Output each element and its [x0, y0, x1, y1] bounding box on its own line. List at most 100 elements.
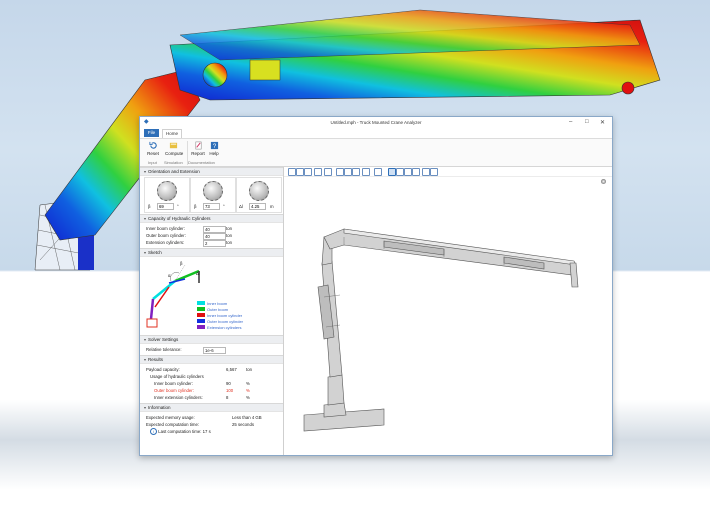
extension-capacity-input[interactable]: 2: [203, 240, 226, 247]
section-title: Sketch: [148, 250, 162, 255]
window-title: Untitled.mph - Truck Mounted Crane Analy…: [330, 120, 422, 125]
knob-symbol: Δl: [239, 204, 243, 209]
minimize-button[interactable]: –: [569, 119, 572, 125]
reset-button[interactable]: Reset: [145, 141, 161, 159]
axis-orientation-icon[interactable]: [324, 168, 332, 176]
print-icon[interactable]: [422, 168, 430, 176]
maximize-button[interactable]: □: [585, 119, 589, 125]
capacity-row: Inner boom cylinder: 40 ton: [146, 225, 283, 233]
knob-unit: °: [223, 204, 225, 209]
row-value: 90: [226, 381, 231, 386]
wireframe-icon[interactable]: [388, 168, 396, 176]
row-label: Outer boom cylinder:: [154, 388, 194, 393]
information-section-header[interactable]: ▾ Information: [140, 403, 283, 412]
row-unit: ton: [226, 226, 232, 231]
legend-extension-cylinders: Extension cylinders: [207, 325, 242, 330]
section-title: Information: [148, 405, 171, 410]
zoom-in-icon[interactable]: [288, 168, 296, 176]
knob-unit: m: [270, 204, 274, 209]
collapse-icon: ▾: [144, 405, 147, 410]
solver-section-header[interactable]: ▾ Solver Settings: [140, 335, 283, 344]
legend-swatch: [197, 301, 205, 305]
capacity-section-header[interactable]: ▾ Capacity of Hydraulic Cylinders: [140, 214, 283, 223]
zoom-box-icon[interactable]: [304, 168, 312, 176]
sketch-dl-label: Δl: [196, 271, 200, 276]
row-label: Inner boom cylinder:: [146, 226, 185, 231]
transparency-icon[interactable]: [396, 168, 404, 176]
collapse-icon: ▾: [144, 337, 147, 342]
section-title: Orientation and Extension: [148, 169, 200, 174]
row-unit: %: [246, 388, 250, 393]
legend-inner-boom-cylinder: Inner boom cylinder: [207, 313, 243, 318]
view-yz-icon[interactable]: [344, 168, 352, 176]
settings-panel: ▾ Orientation and Extension β 69 ° β 73 °…: [140, 167, 284, 455]
payload-value: 6,567: [226, 367, 237, 372]
legend-outer-boom-cylinder: Outer boom cylinder: [207, 319, 244, 324]
zoom-out-icon[interactable]: [296, 168, 304, 176]
rotary-knob[interactable]: [157, 181, 177, 201]
extension-knob-cell: Δl 4.25 m: [236, 177, 282, 213]
camera-icon[interactable]: [362, 168, 370, 176]
rotary-knob[interactable]: [249, 181, 269, 201]
angle-beta1-knob-cell: β 69 °: [144, 177, 190, 213]
collapse-icon: ▾: [144, 250, 147, 255]
report-button[interactable]: Report: [190, 141, 206, 159]
legend-inner-boom: Inner boom: [207, 301, 228, 306]
ribbon: Reset Compute Report ? Help Input Simula…: [140, 139, 612, 167]
close-button[interactable]: ✕: [600, 119, 605, 126]
sketch-area: β α Δl Inner boom Outer boom Inner boom …: [140, 257, 283, 335]
angle-beta1-input[interactable]: 69: [157, 203, 174, 210]
row-unit: ton: [226, 233, 232, 238]
info-row: Expected computation time: 25 seconds: [146, 421, 283, 428]
sketch-section-header[interactable]: ▾ Sketch: [140, 248, 283, 257]
scene-light-icon[interactable]: [404, 168, 412, 176]
view-xy-icon[interactable]: [336, 168, 344, 176]
view-zx-icon[interactable]: [352, 168, 360, 176]
collapse-icon: ▾: [144, 169, 147, 174]
row-value: 25 seconds: [232, 422, 254, 427]
row-label: Relative tolerance:: [146, 347, 182, 352]
image-snapshot-icon[interactable]: [430, 168, 438, 176]
tab-file[interactable]: File: [144, 129, 159, 137]
title-bar: ◆ Untitled.mph - Truck Mounted Crane Ana…: [140, 117, 612, 129]
payload-row: Payload capacity: 6,567 ton: [146, 366, 283, 373]
graphics-viewport[interactable]: [284, 167, 612, 455]
compute-label: Compute: [165, 151, 184, 156]
row-unit: %: [246, 381, 250, 386]
row-unit: ton: [246, 367, 252, 372]
extension-input[interactable]: 4.25: [249, 203, 266, 210]
zoom-extents-icon[interactable]: [314, 168, 322, 176]
help-button[interactable]: ? Help: [206, 141, 222, 159]
report-label: Report: [191, 151, 205, 156]
graphics-toolbar: [284, 167, 612, 177]
row-label: Inner boom cylinder:: [154, 381, 193, 386]
capacity-rows: Inner boom cylinder: 40 ton Outer boom cyl…: [140, 223, 283, 248]
row-value: 100: [226, 388, 234, 393]
grid-icon[interactable]: [412, 168, 420, 176]
last-computation-text: Last computation time: 17 s: [158, 429, 211, 434]
legend-outer-boom: Outer boom: [207, 307, 229, 312]
row-value: 8: [226, 395, 229, 400]
rotary-knob[interactable]: [203, 181, 223, 201]
sketch-alpha-label: α: [168, 273, 171, 278]
angle-beta2-input[interactable]: 73: [203, 203, 220, 210]
row-label: Inner extension cylinders:: [154, 395, 203, 400]
legend-swatch: [197, 313, 205, 317]
legend-swatch: [197, 325, 205, 329]
tab-home[interactable]: Home: [162, 129, 182, 138]
row-label: Expected memory usage:: [146, 415, 195, 420]
row-unit: ton: [226, 240, 232, 245]
legend-swatch: [197, 319, 205, 323]
reset-view-icon[interactable]: [374, 168, 382, 176]
compute-button[interactable]: Compute: [165, 141, 184, 159]
info-row: Expected memory usage: Less than 4 GB: [146, 414, 283, 421]
relative-tolerance-input[interactable]: 1e-6: [203, 347, 226, 354]
orientation-knobs: β 69 ° β 73 ° Δl 4.25 m: [140, 176, 283, 214]
row-label: Outer boom cylinder:: [146, 233, 186, 238]
orientation-section-header[interactable]: ▾ Orientation and Extension: [140, 167, 283, 176]
last-computation-row: i Last computation time: 17 s: [146, 428, 283, 436]
section-title: Results: [148, 357, 164, 362]
angle-beta2-knob-cell: β 73 °: [190, 177, 236, 213]
results-section-header[interactable]: ▾ Results: [140, 355, 283, 364]
help-icon: ?: [210, 141, 218, 150]
